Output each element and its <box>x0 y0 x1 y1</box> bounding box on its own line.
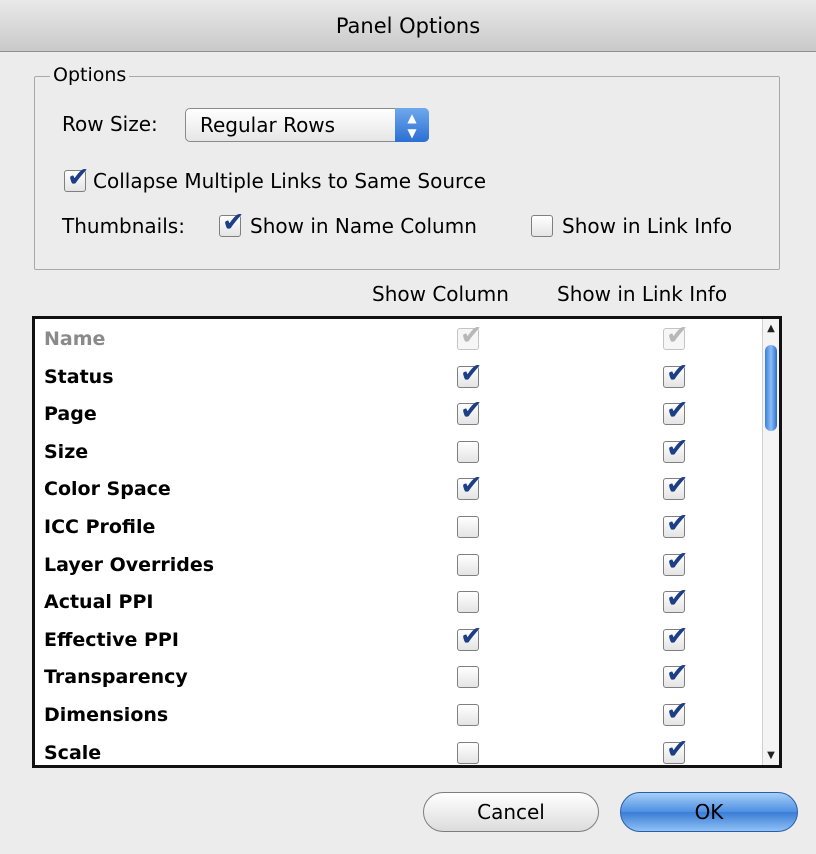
checkmark-icon: ✔ <box>460 320 483 351</box>
options-legend: Options <box>50 63 130 87</box>
select-arrows-icon: ▲ ▼ <box>395 108 429 142</box>
show-column-checkbox[interactable]: ✔ <box>457 623 483 651</box>
show-in-link-info-header: Show in Link Info <box>557 282 728 306</box>
row-label: ICC Profile <box>44 516 156 538</box>
checkmark-icon: ✔ <box>666 508 689 539</box>
scroll-thumb[interactable] <box>765 345 777 431</box>
table-row: Effective PPI ✔ ✔ <box>35 622 768 660</box>
table-row: Size ✔ ✔ <box>35 434 768 472</box>
show-column-checkbox[interactable]: ✔ <box>457 704 479 726</box>
thumbnails-label: Thumbnails: <box>62 214 185 238</box>
cancel-button[interactable]: Cancel <box>423 792 599 832</box>
show-column-checkbox[interactable]: ✔ <box>457 360 483 388</box>
checkmark-icon: ✔ <box>666 696 689 727</box>
show-column-checkbox: ✔ <box>457 322 483 350</box>
show-in-link-info-checkbox[interactable]: ✔ <box>663 472 689 501</box>
row-label: Page <box>44 403 97 426</box>
vertical-scrollbar[interactable]: ▲ ▼ <box>762 319 779 765</box>
show-in-link-info-checkbox[interactable]: ✔ <box>663 397 689 426</box>
scroll-down-icon[interactable]: ▼ <box>763 750 779 761</box>
row-label: Dimensions <box>44 704 169 726</box>
show-in-name-column-label: Show in Name Column <box>250 214 477 238</box>
checkmark-icon: ✔ <box>460 620 483 652</box>
show-in-link-info-checkbox[interactable]: ✔ <box>663 585 689 614</box>
show-column-checkbox[interactable]: ✔ <box>457 553 479 576</box>
checkmark-icon: ✔ <box>67 162 90 193</box>
row-label: Scale <box>44 741 102 764</box>
row-label: Color Space <box>44 478 171 501</box>
show-in-link-info-checkbox[interactable]: ✔ <box>663 548 689 576</box>
window-title: Panel Options <box>0 0 816 52</box>
collapse-links-label: Collapse Multiple Links to Same Source <box>93 169 487 193</box>
show-in-link-info-checkbox[interactable]: ✔ <box>663 698 689 726</box>
checkmark-icon: ✔ <box>666 545 689 577</box>
show-in-link-info-checkbox[interactable]: ✔ <box>663 510 689 538</box>
checkmark-icon: ✔ <box>666 733 689 765</box>
checkmark-icon: ✔ <box>666 320 689 351</box>
show-column-header: Show Column <box>372 282 509 306</box>
scroll-up-icon[interactable]: ▲ <box>763 323 779 334</box>
checkmark-icon: ✔ <box>666 620 689 652</box>
table-row: Page ✔ ✔ <box>35 396 768 434</box>
row-size-select[interactable]: Regular Rows ▲ ▼ <box>185 108 429 142</box>
collapse-links-checkbox[interactable]: ✔ <box>64 164 90 192</box>
show-column-checkbox[interactable]: ✔ <box>457 397 483 426</box>
checkmark-icon: ✔ <box>666 658 689 690</box>
table-row: Color Space ✔ ✔ <box>35 471 768 509</box>
ok-button[interactable]: OK <box>620 792 798 832</box>
checkmark-icon: ✔ <box>666 470 689 502</box>
show-column-checkbox[interactable]: ✔ <box>457 440 479 463</box>
row-label: Status <box>44 365 114 388</box>
show-column-checkbox[interactable]: ✔ <box>457 741 479 764</box>
row-label: Transparency <box>44 666 188 689</box>
table-row: Scale ✔ ✔ <box>35 735 768 765</box>
row-label: Actual PPI <box>44 591 154 614</box>
row-size-value: Regular Rows <box>200 113 336 137</box>
show-in-link-info-checkbox[interactable]: ✔ <box>663 623 689 651</box>
row-label: Effective PPI <box>44 628 179 651</box>
show-in-link-info-label: Show in Link Info <box>562 214 733 238</box>
checkmark-icon: ✔ <box>460 395 483 427</box>
show-in-link-info-checkbox[interactable]: ✔ <box>663 660 689 689</box>
show-in-link-info-checkbox[interactable]: ✔ <box>663 435 689 463</box>
row-label: Size <box>44 440 89 463</box>
table-row: Transparency ✔ ✔ <box>35 659 768 697</box>
show-in-link-info-checkbox: ✔ <box>663 322 689 350</box>
table-row: Actual PPI ✔ ✔ <box>35 584 768 622</box>
checkmark-icon: ✔ <box>666 583 689 615</box>
checkmark-icon: ✔ <box>460 357 483 389</box>
row-size-label: Row Size: <box>62 112 158 136</box>
show-column-checkbox[interactable]: ✔ <box>457 591 479 614</box>
row-label: Layer Overrides <box>44 553 215 576</box>
table-row: Layer Overrides ✔ ✔ <box>35 547 768 585</box>
checkmark-icon: ✔ <box>666 395 689 427</box>
table-row: Dimensions ✔ ✔ <box>35 697 768 735</box>
row-label: Name <box>44 328 106 350</box>
checkmark-icon: ✔ <box>666 357 689 389</box>
show-column-checkbox[interactable]: ✔ <box>457 666 479 689</box>
show-in-link-info-checkbox[interactable]: ✔ <box>663 736 689 764</box>
columns-table: Name✔✔Status✔✔Page✔✔Size✔✔Color Space✔✔I… <box>32 316 782 768</box>
table-row: Name ✔ ✔ <box>35 321 768 359</box>
checkmark-icon: ✔ <box>666 432 689 464</box>
checkmark-icon: ✔ <box>222 207 245 238</box>
checkmark-icon: ✔ <box>460 470 483 502</box>
show-in-link-info-checkbox[interactable]: ✔ <box>663 360 689 388</box>
table-row: ICC Profile ✔ ✔ <box>35 509 768 547</box>
show-in-name-column-checkbox[interactable]: ✔ <box>219 209 245 237</box>
show-column-checkbox[interactable]: ✔ <box>457 516 479 538</box>
show-column-checkbox[interactable]: ✔ <box>457 472 483 501</box>
show-in-link-info-checkbox[interactable]: ✔ <box>531 215 553 237</box>
table-row: Status ✔ ✔ <box>35 359 768 397</box>
